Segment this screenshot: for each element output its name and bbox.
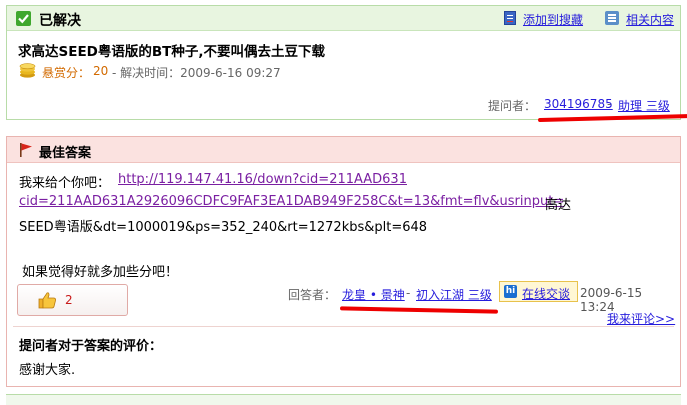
solved-panel: 已解决 添加到搜藏 相关内容 求高达SEED粤语版的BT种子,不要叫偶去土豆下载… xyxy=(6,5,687,123)
evaluation-title: 提问者对于答案的评价： xyxy=(19,339,163,354)
thumbs-up-icon xyxy=(38,292,56,309)
answer-line2-tail: 高达 xyxy=(545,198,572,213)
answerer-label: 回答者： xyxy=(288,288,337,302)
bookmark-icon[interactable] xyxy=(504,11,516,25)
answerer-name-link[interactable]: 龙皇 • 景神 xyxy=(342,286,405,303)
add-comment-link[interactable]: 我来评论>> xyxy=(607,310,675,327)
asker-id-link[interactable]: 304196785 xyxy=(544,97,613,111)
red-underline-annotation xyxy=(339,306,499,314)
divider xyxy=(13,326,674,327)
online-chat-label[interactable]: 在线交谈 xyxy=(522,285,570,302)
download-link-part1[interactable]: http://119.147.41.16/down?cid=211AAD631 xyxy=(118,172,407,187)
like-button[interactable]: 2 xyxy=(17,284,128,316)
solve-time: - 解决时间：2009-6-16 09:27 xyxy=(112,66,281,80)
asker-label: 提问者： xyxy=(488,99,537,113)
bounty-label: 悬赏分： xyxy=(42,66,91,80)
check-icon xyxy=(16,11,31,26)
download-link-part2[interactable]: cid=211AAD631A2926096CDFC9FAF3EA1DAB949F… xyxy=(19,194,564,209)
answer-intro: 我来给个你吧： xyxy=(19,176,111,191)
answer-line4: 如果觉得好就多加些分吧！ xyxy=(22,265,179,280)
related-content-link[interactable]: 相关内容 xyxy=(626,11,674,28)
red-underline-annotation xyxy=(537,113,687,123)
related-icon[interactable] xyxy=(605,11,619,25)
online-chat-button[interactable]: hi 在线交谈 xyxy=(499,281,578,302)
answerer-level-link[interactable]: 初入江湖 三级 xyxy=(416,286,492,303)
flag-icon xyxy=(20,143,32,157)
question-title: 求高达SEED粤语版的BT种子,不要叫偶去土豆下载 xyxy=(18,44,325,60)
add-favorite-link[interactable]: 添加到搜藏 xyxy=(523,11,583,28)
asker-separator: - xyxy=(607,97,612,111)
asker-level-link[interactable]: 助理 三级 xyxy=(618,97,670,114)
answer-line3: SEED粤语版&dt=1000019&ps=352_240&rt=1272kbs… xyxy=(19,220,428,235)
coin-icon xyxy=(19,63,36,78)
like-count: 2 xyxy=(65,293,73,307)
answerer-separator: - xyxy=(406,286,411,300)
solved-title: 已解决 xyxy=(39,13,81,29)
evaluation-text: 感谢大家. xyxy=(19,363,76,378)
best-answer-panel: 最佳答案 我来给个你吧： http://119.147.41.16/down?c… xyxy=(6,136,681,387)
best-answer-title: 最佳答案 xyxy=(39,146,92,161)
hi-icon: hi xyxy=(504,285,517,298)
best-answer-header: 最佳答案 xyxy=(7,137,680,163)
bounty-value: 20 xyxy=(93,64,109,78)
solved-header: 已解决 添加到搜藏 相关内容 xyxy=(7,6,680,31)
